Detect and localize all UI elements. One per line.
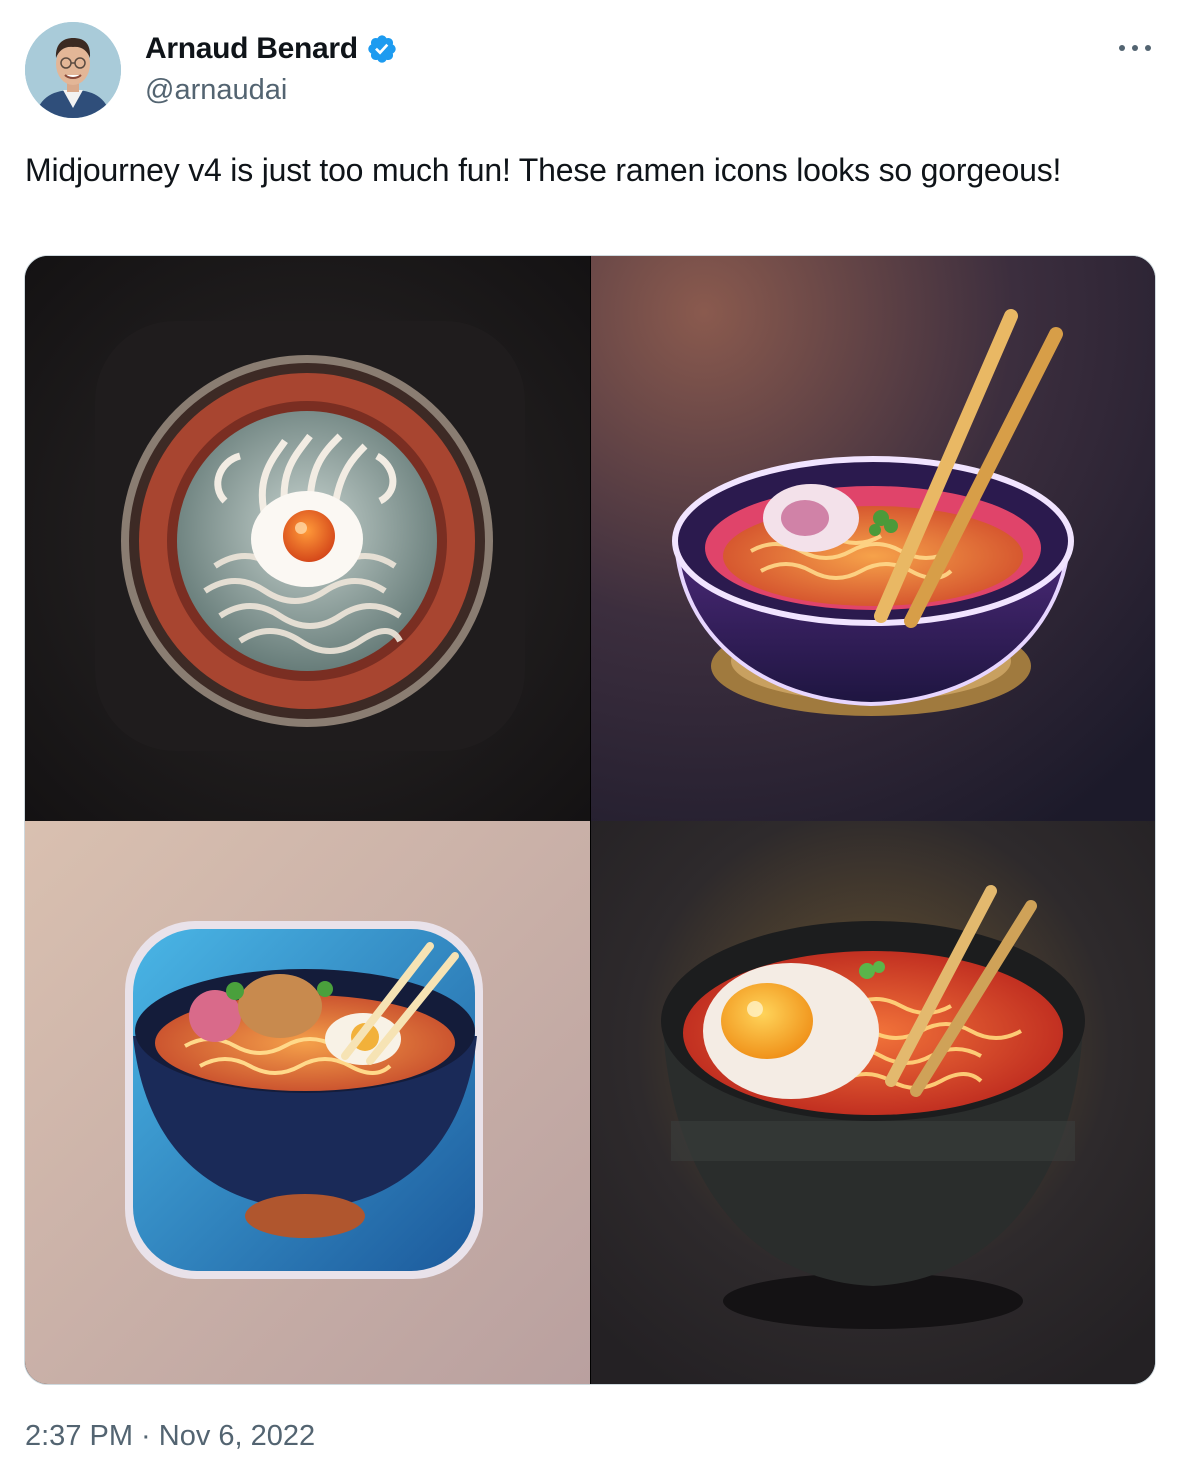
media-image-1[interactable] <box>25 256 590 821</box>
media-image-3[interactable] <box>25 821 590 1384</box>
tweet-text: Midjourney v4 is just too much fun! Thes… <box>25 152 1062 188</box>
avatar[interactable] <box>25 22 121 118</box>
tweet-header: Arnaud Benard @arnaudai <box>25 22 1155 118</box>
author-handle[interactable]: @arnaudai <box>145 74 287 107</box>
author-display-name[interactable]: Arnaud Benard <box>145 32 358 66</box>
tweet-timestamp[interactable]: 2:37 PM · Nov 6, 2022 <box>25 1420 315 1453</box>
media-image-4[interactable] <box>591 821 1155 1384</box>
media-image-2[interactable] <box>591 256 1155 821</box>
media-grid <box>24 255 1156 1385</box>
verified-badge-icon <box>368 35 396 63</box>
more-horizontal-icon[interactable] <box>1115 36 1155 60</box>
